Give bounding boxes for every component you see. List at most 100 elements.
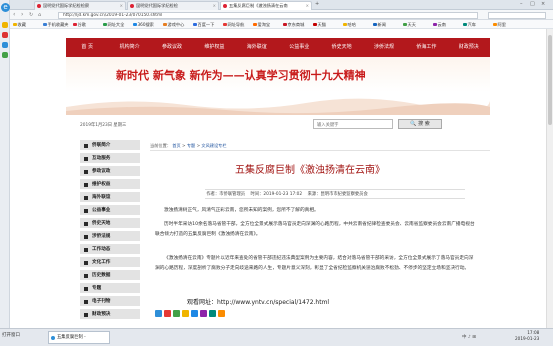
clock: 17:08 2019-01-23	[515, 330, 539, 342]
search-icon: 🔍	[410, 121, 419, 127]
close-icon[interactable]: ×	[213, 2, 216, 10]
browser-logo-icon[interactable]: e	[1, 3, 10, 12]
minimize-icon[interactable]: –	[520, 1, 523, 7]
bookmark-item[interactable]: 天猫	[313, 21, 326, 28]
bookmark-item[interactable]: 天天	[403, 21, 416, 28]
bookmark-item[interactable]: 京东商城	[283, 21, 304, 28]
renren-icon[interactable]	[200, 310, 207, 317]
reload-icon[interactable]: ↻	[29, 12, 33, 18]
sidebar-item[interactable]: 公益事业	[80, 205, 140, 217]
bookmark-item[interactable]: 360搜索	[133, 21, 154, 28]
bookmark-label: 网址大全	[107, 22, 125, 27]
bookmark-item[interactable]: 网址大全	[103, 21, 124, 28]
vertical-scrollbar[interactable]	[546, 29, 553, 328]
download-icon[interactable]	[2, 42, 8, 48]
breadcrumb-topic[interactable]: 专题	[187, 143, 195, 148]
bookmark-label: 哈哈	[347, 22, 356, 27]
bookmark-item[interactable]: 汽车	[463, 21, 476, 28]
qzone-icon[interactable]	[182, 310, 189, 317]
close-icon[interactable]: ×	[306, 2, 309, 10]
bookmark-label: 谷歌	[77, 22, 86, 27]
sidebar-item[interactable]: 互动服务	[80, 153, 140, 165]
sidebar-item[interactable]: 侨联简介	[80, 140, 140, 152]
tab-1[interactable]: 昆明党代国际学纪检检察 ×	[34, 1, 126, 10]
search-button[interactable]: 🔍 搜 索	[398, 119, 442, 129]
new-tab-icon[interactable]: +	[315, 1, 319, 7]
favorites-icon[interactable]	[2, 22, 8, 28]
nav-item[interactable]: 涉侨法规	[363, 38, 405, 57]
bookmark-item[interactable]: 百度一下	[193, 21, 214, 28]
square-bullet-icon	[84, 195, 88, 200]
nav-item[interactable]: 机构简介	[108, 38, 150, 57]
sidebar-item-label: 参政议政	[92, 169, 111, 174]
nav-item[interactable]: 公益事业	[278, 38, 320, 57]
bookmark-item[interactable]: 云南	[433, 21, 446, 28]
taskbar-item-label: 五集反腐巨制 -	[57, 335, 86, 340]
sidebar-item[interactable]: 侨史天地	[80, 218, 140, 230]
nav-item[interactable]: 维护权益	[193, 38, 235, 57]
douban-icon[interactable]	[209, 310, 216, 317]
sidebar-item[interactable]: 历史数据	[80, 270, 140, 282]
bookmark-item[interactable]: 哈哈	[343, 21, 356, 28]
nav-item[interactable]: 首 页	[66, 38, 108, 57]
nav-item[interactable]: 海外联谊	[236, 38, 278, 57]
bookmark-item[interactable]: 新闻	[373, 21, 386, 28]
url-input[interactable]: http://ljd.km.gov.cn/2019-01-23/070150.s…	[58, 11, 478, 19]
app-icon[interactable]	[2, 52, 8, 58]
nav-item[interactable]: 侨海工作	[405, 38, 447, 57]
site-search-input[interactable]	[313, 119, 393, 129]
sidebar-item[interactable]: 参政议政	[80, 166, 140, 178]
window-close-icon[interactable]: ×	[541, 1, 545, 7]
tencent-icon[interactable]	[191, 310, 198, 317]
browser-search-input[interactable]	[488, 11, 546, 19]
watch-url-link[interactable]: http://www.yntv.cn/special/1472.html	[217, 299, 329, 306]
sidebar-item[interactable]: 维护权益	[80, 179, 140, 191]
tab-3[interactable]: 五集反腐巨制《激浊扬清在云南 ×	[220, 1, 312, 10]
taskbar-item[interactable]: 五集反腐巨制 -	[48, 331, 110, 344]
square-bullet-icon	[84, 273, 88, 278]
bookmark-item[interactable]: 阿里	[493, 21, 506, 28]
scrollbar-thumb[interactable]	[548, 35, 552, 125]
home-icon[interactable]: ⌂	[38, 12, 41, 18]
breadcrumb-home[interactable]: 首页	[172, 143, 180, 148]
sidebar-item-label: 工作动态	[92, 247, 111, 252]
bookmark-item[interactable]: 游戏中心	[163, 21, 184, 28]
sidebar-item[interactable]: 文化工作	[80, 257, 140, 269]
more-share-icon[interactable]	[218, 310, 225, 317]
system-tray[interactable]: 中 ♪ ⊞	[462, 334, 476, 340]
author-label: 作者：	[206, 192, 220, 197]
sidebar-item[interactable]: 工作动态	[80, 244, 140, 256]
nav-item[interactable]: 参政议政	[151, 38, 193, 57]
banner-slogan: 新时代 新气象 新作为——认真学习贯彻十九大精神	[116, 69, 366, 82]
tab-2[interactable]: 昆明党代国际学纪检检 ×	[127, 1, 219, 10]
share-icon[interactable]	[155, 310, 162, 317]
sidebar-item[interactable]: 涉侨法规	[80, 231, 140, 243]
sidebar-item[interactable]: 专题	[80, 283, 140, 295]
maximize-icon[interactable]: □	[530, 1, 535, 7]
weibo-icon[interactable]	[164, 310, 171, 317]
nav-item[interactable]: 财政预决	[448, 38, 490, 57]
bookmark-item[interactable]: 爱淘宝	[253, 21, 270, 28]
bookmark-item[interactable]: 收藏	[13, 21, 26, 28]
back-icon[interactable]: ‹	[13, 11, 15, 18]
nav-item[interactable]: 侨史天地	[320, 38, 362, 57]
bookmark-item[interactable]: 谷歌	[73, 21, 86, 28]
source: 昆明市市纪委监察委员会	[320, 192, 368, 197]
bookmark-item[interactable]: 手机收藏夹	[43, 21, 68, 28]
close-icon[interactable]: ×	[120, 2, 123, 10]
sidebar-item[interactable]: 电子刊物	[80, 296, 140, 308]
sidebar-item-label: 互动服务	[92, 156, 111, 161]
bookmark-item[interactable]: 网址导航	[223, 21, 244, 28]
sidebar-item-label: 文化工作	[92, 260, 111, 265]
tab-favicon-icon	[223, 4, 227, 8]
sidebar-item[interactable]: 财政预决	[80, 309, 140, 321]
breadcrumb: 当前位置： 首页 > 专题 > 文风建设专栏	[150, 143, 490, 151]
wechat-icon[interactable]	[173, 310, 180, 317]
forward-icon[interactable]: ›	[21, 11, 23, 18]
start-button[interactable]: 打开窗口	[2, 332, 20, 338]
breadcrumb-column[interactable]: 文风建设专栏	[201, 143, 226, 148]
clock-date: 2019-01-23	[515, 336, 540, 341]
history-icon[interactable]	[2, 32, 8, 38]
time-label: 时间：	[250, 192, 264, 197]
sidebar-item[interactable]: 海外联谊	[80, 192, 140, 204]
